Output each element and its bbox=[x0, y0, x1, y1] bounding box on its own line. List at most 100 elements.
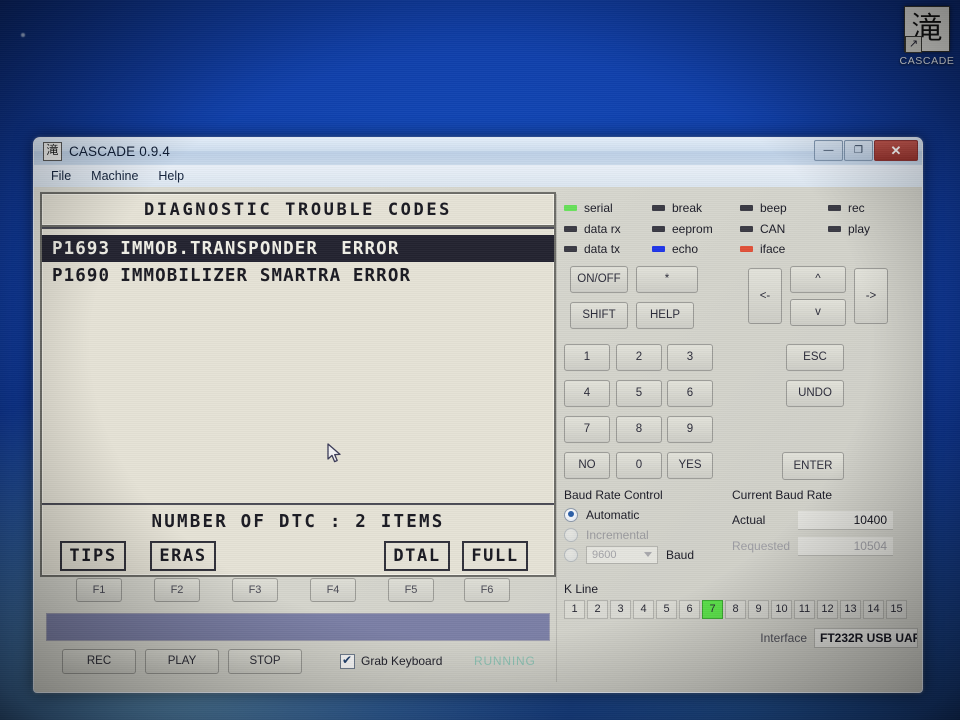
k-line-cell-3[interactable]: 3 bbox=[610, 599, 631, 619]
function-key-f5[interactable]: F5 bbox=[388, 578, 434, 602]
keypad-key-shift[interactable]: SHIFT bbox=[570, 301, 628, 329]
softkey-full[interactable]: FULL bbox=[462, 541, 528, 571]
led-label: eeprom bbox=[672, 221, 713, 236]
control-panel-column: serial data rx data tx break eeprom echo… bbox=[556, 192, 918, 686]
k-line-cell-15[interactable]: 15 bbox=[886, 599, 907, 619]
led-dot-icon bbox=[652, 246, 665, 253]
radio-icon[interactable] bbox=[564, 527, 578, 542]
interface-row: Interface FT232R USB UAR bbox=[760, 627, 918, 648]
led-dot-icon bbox=[652, 205, 665, 212]
keypad-key-enter[interactable]: ENTER bbox=[782, 451, 844, 480]
dtc-list-item[interactable]: P1690 IMMOBILIZER SMARTRA ERROR bbox=[42, 262, 554, 289]
k-line-cell-7[interactable]: 7 bbox=[702, 599, 723, 619]
keypad-key-star[interactable]: * bbox=[636, 265, 698, 293]
k-line-cell-8[interactable]: 8 bbox=[725, 599, 746, 619]
dtc-code: P1693 bbox=[52, 238, 111, 259]
dtc-count-line: NUMBER OF DTC : 2 ITEMS bbox=[42, 503, 554, 539]
k-line-cell-13[interactable]: 13 bbox=[840, 599, 861, 619]
keypad-key-7[interactable]: 7 bbox=[564, 415, 610, 443]
cascade-desktop-icon[interactable]: 滝 ↗ CASCADE bbox=[897, 6, 957, 67]
dtc-list-panel[interactable]: P1693 IMMOB.TRANSPONDER ERROR P1690 IMMO… bbox=[40, 227, 556, 577]
grab-keyboard-checkbox[interactable]: Grab Keyboard bbox=[340, 653, 442, 669]
led-label: data tx bbox=[584, 242, 621, 257]
keypad-key-2[interactable]: 2 bbox=[616, 343, 662, 371]
k-line-cell-6[interactable]: 6 bbox=[679, 599, 700, 619]
menu-item-help[interactable]: Help bbox=[149, 167, 193, 185]
current-baud-rate-group: Current Baud Rate Actual 10400 Requested… bbox=[732, 488, 897, 556]
actual-baud-row: Actual 10400 bbox=[732, 510, 897, 530]
softkey-eras[interactable]: ERAS bbox=[150, 541, 216, 571]
lcd-panel: DIAGNOSTIC TROUBLE CODES bbox=[40, 192, 556, 227]
play-button[interactable]: PLAY bbox=[145, 648, 219, 674]
maximize-button[interactable]: ❐ bbox=[844, 140, 873, 161]
led-label: CAN bbox=[760, 221, 786, 236]
window-app-icon: 滝 bbox=[43, 142, 62, 161]
window-titlebar[interactable]: 滝 CASCADE 0.9.4 — ❐ ✕ bbox=[34, 138, 922, 165]
actual-baud-value: 10400 bbox=[798, 510, 893, 530]
k-line-cell-5[interactable]: 5 bbox=[656, 599, 677, 619]
keypad-key-help[interactable]: HELP bbox=[636, 301, 694, 329]
k-line-cell-14[interactable]: 14 bbox=[863, 599, 884, 619]
k-line-cell-11[interactable]: 11 bbox=[794, 599, 815, 619]
keypad-key-3[interactable]: 3 bbox=[667, 343, 713, 371]
dtc-list-item[interactable]: P1693 IMMOB.TRANSPONDER ERROR bbox=[42, 235, 554, 262]
keypad-key-undo[interactable]: UNDO bbox=[786, 379, 844, 407]
function-key-f3[interactable]: F3 bbox=[232, 578, 278, 602]
window-title: CASCADE 0.9.4 bbox=[69, 144, 170, 159]
keypad-key-right[interactable]: -> bbox=[854, 267, 888, 324]
keypad-key-5[interactable]: 5 bbox=[616, 379, 662, 407]
checkbox-icon[interactable] bbox=[340, 653, 355, 669]
keypad-key-0[interactable]: 0 bbox=[616, 451, 662, 479]
keypad-key-v[interactable]: v bbox=[790, 298, 846, 326]
keypad-key-esc[interactable]: ESC bbox=[786, 343, 844, 371]
k-line-cell-1[interactable]: 1 bbox=[564, 599, 585, 619]
k-line-cell-10[interactable]: 10 bbox=[771, 599, 792, 619]
led-label: data rx bbox=[584, 221, 621, 236]
requested-baud-row: Requested 10504 bbox=[732, 536, 897, 556]
function-key-f6[interactable]: F6 bbox=[464, 578, 510, 602]
close-button[interactable]: ✕ bbox=[874, 140, 918, 161]
led-label: beep bbox=[760, 201, 787, 216]
keypad-key-9[interactable]: 9 bbox=[667, 415, 713, 443]
keypad-key-6[interactable]: 6 bbox=[667, 379, 713, 407]
keypad-key-left[interactable]: <- bbox=[748, 267, 782, 324]
keypad-key-on-off[interactable]: ON/OFF bbox=[570, 265, 628, 293]
keypad-key-1[interactable]: 1 bbox=[564, 343, 610, 371]
led-eeprom: eeprom bbox=[652, 219, 740, 240]
k-line-cell-9[interactable]: 9 bbox=[748, 599, 769, 619]
k-line-cell-12[interactable]: 12 bbox=[817, 599, 838, 619]
scanner-display-column: DIAGNOSTIC TROUBLE CODES P1693 IMMOB.TRA… bbox=[40, 192, 556, 686]
rec-button[interactable]: REC bbox=[62, 648, 136, 674]
k-line-cell-2[interactable]: 2 bbox=[587, 599, 608, 619]
led-column: break eeprom echo bbox=[652, 198, 740, 260]
keypad-key-no[interactable]: NO bbox=[564, 451, 610, 479]
radio-icon[interactable] bbox=[564, 507, 578, 522]
keypad-key-up[interactable]: ^ bbox=[790, 265, 846, 293]
led-dot-icon bbox=[828, 205, 841, 212]
k-line-cell-4[interactable]: 4 bbox=[633, 599, 654, 619]
keypad-key-4[interactable]: 4 bbox=[564, 379, 610, 407]
keypad-key-8[interactable]: 8 bbox=[616, 415, 662, 443]
cascade-kanji-icon: 滝 ↗ bbox=[904, 6, 950, 53]
interface-value[interactable]: FT232R USB UAR bbox=[814, 627, 918, 648]
dtc-description: IMMOBILIZER SMARTRA ERROR bbox=[120, 265, 412, 286]
baud-rate-select-value: 9600 bbox=[592, 548, 617, 561]
menu-item-file[interactable]: File bbox=[42, 167, 80, 185]
baud-rate-select[interactable]: 9600 bbox=[586, 545, 658, 564]
dtc-code: P1690 bbox=[52, 265, 111, 286]
menu-item-machine[interactable]: Machine bbox=[82, 167, 147, 185]
k-line-cell-list: 1 2 3 4 5 6 7 8 9 10 11 12 13 14 15 bbox=[564, 599, 916, 619]
function-key-f1[interactable]: F1 bbox=[76, 578, 122, 602]
radio-icon[interactable] bbox=[564, 547, 578, 562]
softkey-tips[interactable]: TIPS bbox=[60, 541, 126, 571]
stop-button[interactable]: STOP bbox=[228, 648, 302, 674]
function-key-f4[interactable]: F4 bbox=[310, 578, 356, 602]
keypad-key-yes[interactable]: YES bbox=[667, 451, 713, 479]
minimize-button[interactable]: — bbox=[814, 140, 843, 161]
led-column: serial data rx data tx bbox=[564, 198, 652, 260]
baud-option-label: Incremental bbox=[586, 527, 649, 542]
current-baud-rate-label: Current Baud Rate bbox=[732, 487, 833, 502]
softkey-dtal[interactable]: DTAL bbox=[384, 541, 450, 571]
function-key-f2[interactable]: F2 bbox=[154, 578, 200, 602]
led-data-rx: data rx bbox=[564, 219, 652, 240]
